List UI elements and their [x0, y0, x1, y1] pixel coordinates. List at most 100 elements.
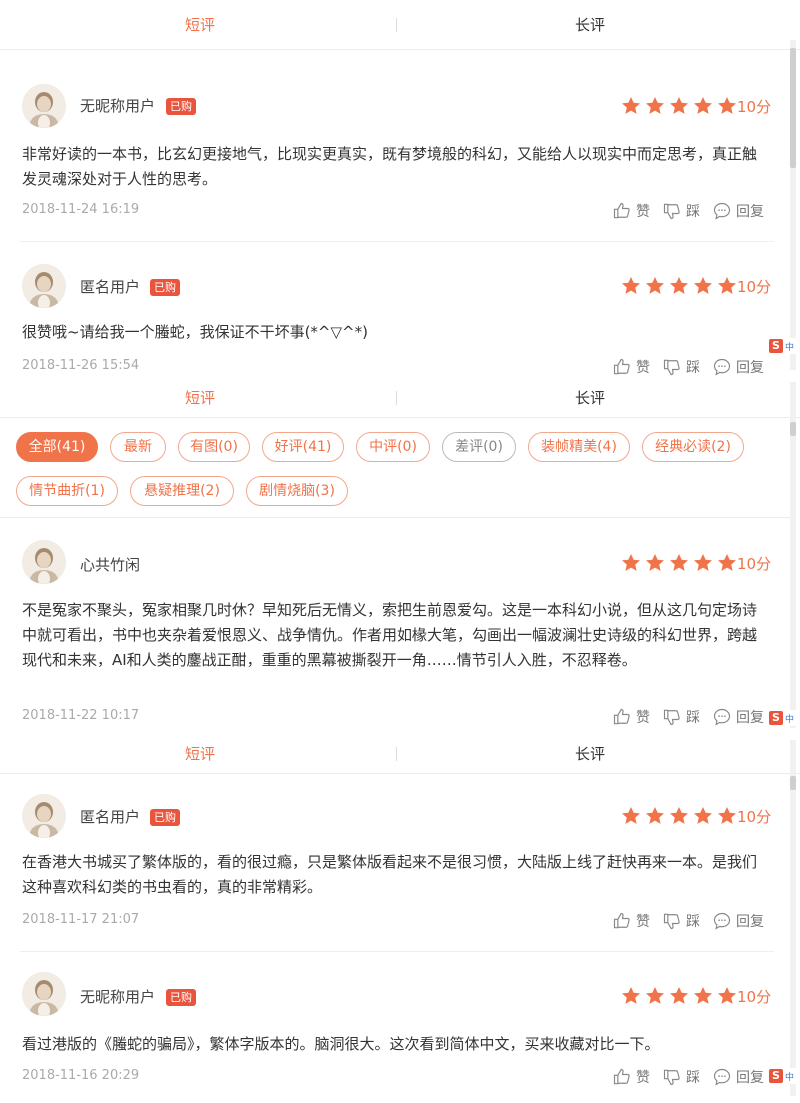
username[interactable]: 心共竹闲 [80, 554, 140, 575]
reply-button[interactable]: 回复 [712, 1067, 764, 1087]
reply-button[interactable]: 回复 [712, 707, 764, 727]
scrollbar[interactable] [790, 382, 796, 728]
thumbs-down-icon [663, 913, 680, 930]
avatar[interactable] [22, 540, 66, 584]
star-rating [620, 275, 738, 297]
ime-toolbar[interactable]: S 中 [766, 1068, 796, 1084]
username[interactable]: 无昵称用户 [80, 986, 155, 1007]
tab-long-review[interactable]: 长评 [440, 0, 740, 50]
reply-button[interactable]: 回复 [712, 911, 764, 931]
star-icon [622, 807, 640, 824]
thumbs-up-icon [613, 202, 630, 219]
avatar[interactable] [22, 972, 66, 1016]
reply-label: 回复 [736, 204, 764, 220]
filter-chip-all[interactable]: 全部(41) [16, 432, 98, 462]
tab-short-review[interactable]: 短评 [50, 734, 350, 774]
star-icon [694, 807, 712, 824]
like-button[interactable]: 赞 [612, 1067, 650, 1087]
thumbs-up-icon [613, 1068, 630, 1085]
like-button[interactable]: 赞 [612, 707, 650, 727]
bought-badge: 已购 [166, 98, 196, 115]
avatar[interactable] [22, 264, 66, 308]
sogou-logo-icon: S [768, 711, 783, 725]
star-icon [670, 277, 688, 294]
star-icon [694, 987, 712, 1004]
bought-badge: 已购 [166, 989, 196, 1006]
dislike-button[interactable]: 踩 [662, 1067, 700, 1087]
dislike-button[interactable]: 踩 [662, 201, 700, 221]
filter-chip-latest[interactable]: 最新 [110, 432, 166, 462]
scrollbar[interactable] [790, 740, 796, 1096]
scrollbar-thumb[interactable] [790, 776, 796, 790]
star-icon [646, 277, 664, 294]
filter-chip-brain-burning[interactable]: 剧情烧脑(3) [246, 476, 348, 506]
tab-long-review[interactable]: 长评 [440, 734, 740, 774]
comment-icon [713, 708, 731, 726]
review-actions: 赞 踩 回复 [612, 911, 776, 931]
star-icon [718, 554, 736, 571]
filter-chip-mystery[interactable]: 悬疑推理(2) [130, 476, 234, 506]
star-icon [622, 554, 640, 571]
star-icon [646, 807, 664, 824]
review-date: 2018-11-16 20:29 [22, 1068, 140, 1083]
review-item: 无昵称用户 已购 10分 看过港版的《螣蛇的骗局》，繁体字版本的。脑洞很大。这次… [0, 952, 790, 1103]
scrollbar[interactable] [790, 40, 796, 370]
filter-chip-binding[interactable]: 装帧精美(4) [528, 432, 630, 462]
review-date: 2018-11-22 10:17 [22, 708, 140, 723]
star-icon [670, 554, 688, 571]
tab-short-review[interactable]: 短评 [50, 0, 350, 50]
star-icon [670, 807, 688, 824]
ime-language-label: 中 [784, 342, 794, 353]
username[interactable]: 无昵称用户 [80, 95, 155, 116]
ime-toolbar[interactable]: S 中 [766, 710, 796, 726]
rating-score: 10分 [737, 988, 772, 1006]
scrollbar-thumb[interactable] [790, 48, 796, 168]
like-label: 赞 [636, 914, 650, 930]
like-button[interactable]: 赞 [612, 201, 650, 221]
filter-chip-with-images[interactable]: 有图(0) [178, 432, 250, 462]
reply-label: 回复 [736, 1070, 764, 1086]
dislike-button[interactable]: 踩 [662, 707, 700, 727]
dislike-label: 踩 [686, 914, 700, 930]
avatar[interactable] [22, 794, 66, 838]
comment-icon [713, 912, 731, 930]
tab-separator [396, 391, 397, 405]
star-icon [718, 987, 736, 1004]
avatar[interactable] [22, 84, 66, 128]
filter-chip-plot[interactable]: 情节曲折(1) [16, 476, 118, 506]
tab-long-review[interactable]: 长评 [440, 378, 740, 418]
star-icon [646, 97, 664, 114]
dislike-label: 踩 [686, 1070, 700, 1086]
review-actions: 赞 踩 回复 [612, 201, 776, 221]
thumbs-up-icon [613, 708, 630, 725]
reply-button[interactable]: 回复 [712, 357, 764, 377]
rating-score: 10分 [737, 808, 772, 826]
filter-chip-positive[interactable]: 好评(41) [262, 432, 344, 462]
star-icon [646, 987, 664, 1004]
review-date: 2018-11-17 21:07 [22, 912, 140, 927]
like-label: 赞 [636, 710, 650, 726]
review-text: 不是冤家不聚头，冤家相聚几时休？早知死后无情义，索把生前恩爱勾。这是一本科幻小说… [22, 601, 758, 669]
reply-button[interactable]: 回复 [712, 201, 764, 221]
dislike-button[interactable]: 踩 [662, 357, 700, 377]
reply-label: 回复 [736, 914, 764, 930]
dislike-button[interactable]: 踩 [662, 911, 700, 931]
filter-chip-classic[interactable]: 经典必读(2) [642, 432, 744, 462]
thumbs-down-icon [663, 359, 680, 376]
username[interactable]: 匿名用户 [80, 276, 140, 297]
filter-chip-negative[interactable]: 差评(0) [442, 432, 516, 462]
tab-short-review[interactable]: 短评 [50, 378, 350, 418]
like-button[interactable]: 赞 [612, 357, 650, 377]
star-rating [620, 985, 738, 1007]
like-button[interactable]: 赞 [612, 911, 650, 931]
filter-chip-neutral[interactable]: 中评(0) [356, 432, 430, 462]
thumbs-up-icon [613, 912, 630, 929]
review-text: 很赞哦~请给我一个螣蛇，我保证不干坏事(*^▽^*) [22, 323, 368, 341]
bought-badge: 已购 [150, 809, 180, 826]
scrollbar-thumb[interactable] [790, 422, 796, 436]
filter-chips: 全部(41) 最新 有图(0) 好评(41) 中评(0) 差评(0) 装帧精美(… [0, 430, 790, 518]
comment-icon [713, 202, 731, 220]
review-date: 2018-11-24 16:19 [22, 202, 140, 217]
ime-toolbar[interactable]: S 中 [766, 338, 796, 354]
username[interactable]: 匿名用户 [80, 806, 140, 827]
